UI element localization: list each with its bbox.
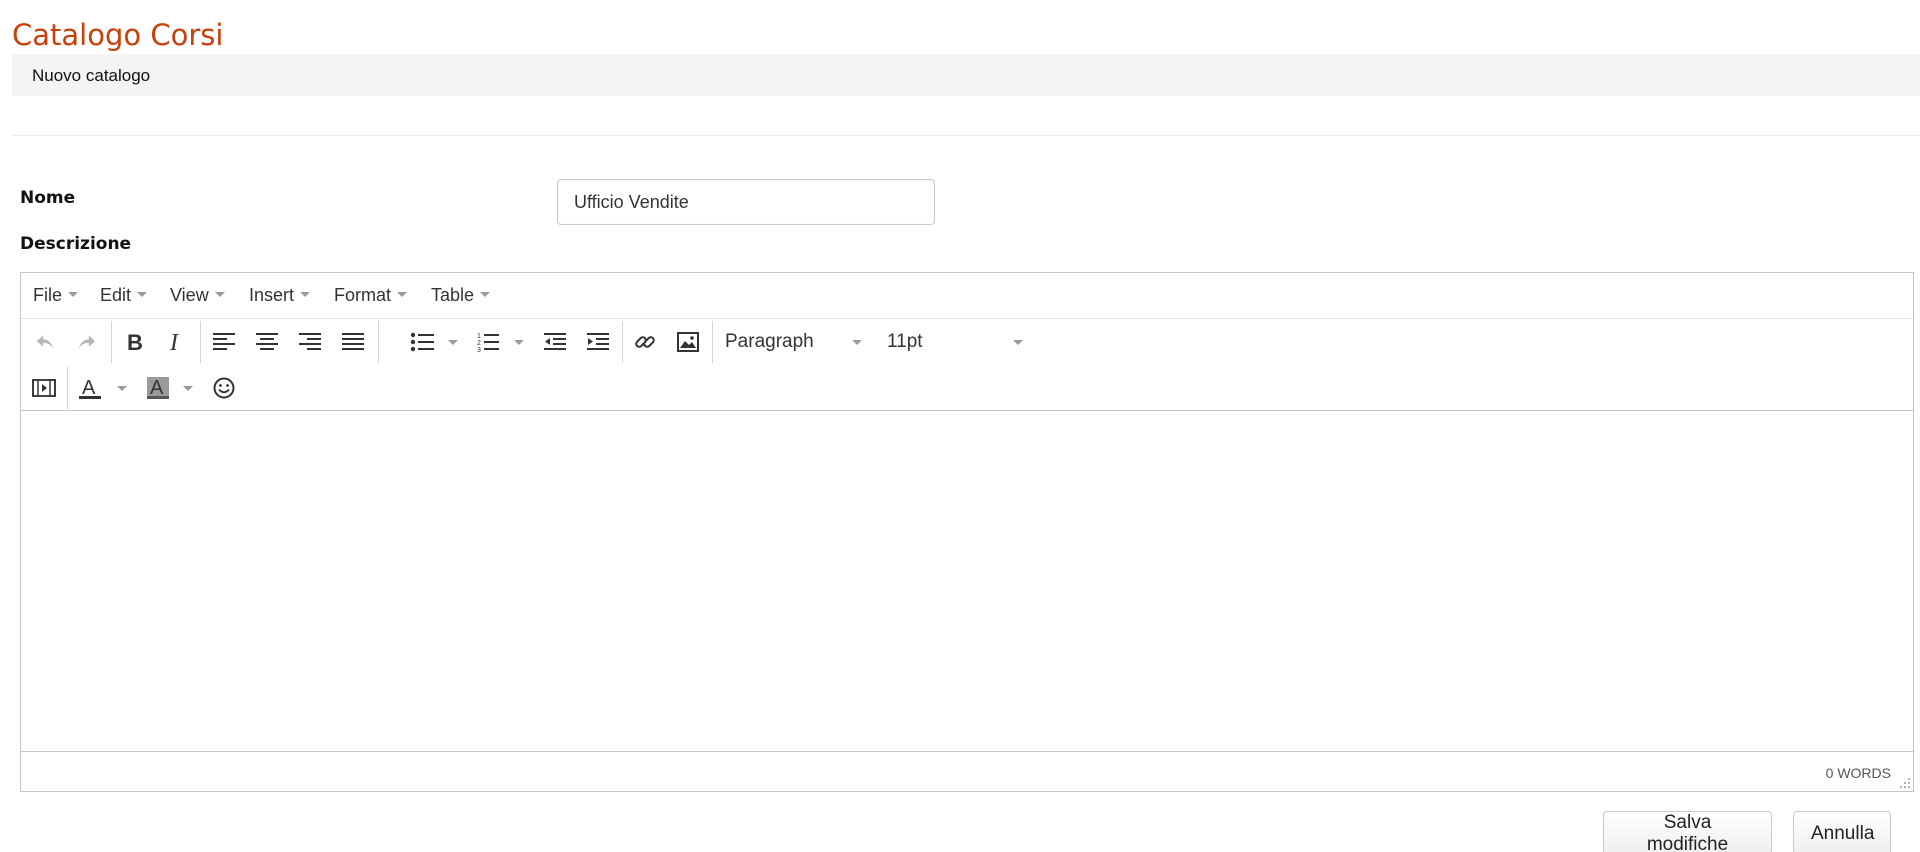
chevron-down-icon [397,291,408,297]
chevron-down-icon [300,291,311,297]
chevron-down-icon [852,340,862,345]
menu-file-label: File [33,285,63,305]
menu-view-label: View [170,285,209,305]
divider [12,135,1920,136]
cancel-button[interactable]: Annulla [1793,811,1891,852]
redo-icon [78,335,96,350]
menu-file[interactable]: File [33,285,79,306]
font-size-value: 11pt [887,331,923,352]
background-color-icon: A [147,377,169,399]
align-left-icon [212,333,235,350]
svg-text:2: 2 [477,340,481,347]
svg-text:1: 1 [477,333,481,340]
toolbar-separator [712,321,713,363]
resize-handle-icon[interactable] [1899,777,1911,789]
font-size-select[interactable]: 11pt [887,331,923,353]
numbered-list-dropdown[interactable] [514,340,524,345]
undo-icon [36,335,54,350]
menu-edit[interactable]: Edit [100,285,148,306]
text-color-icon: A [79,377,101,399]
bullet-list-dropdown[interactable] [448,340,458,345]
chevron-down-icon [68,291,79,297]
page-title: Catalogo Corsi [12,18,224,52]
name-input[interactable] [557,179,935,225]
indent-icon [586,333,609,350]
editor-statusbar: 0 WORDS [21,751,1913,791]
block-format-select[interactable]: Paragraph [725,331,814,353]
menu-insert-label: Insert [249,285,295,305]
breadcrumb: Nuovo catalogo [12,54,1920,96]
align-center-icon [255,333,278,350]
numbered-list-button[interactable]: 123 [468,319,510,365]
bold-icon: B [127,331,143,353]
numbered-list-icon: 123 [477,333,499,353]
toolbar-separator [67,367,68,409]
align-right-button[interactable] [288,319,331,365]
svg-text:A: A [150,377,164,399]
menu-insert[interactable]: Insert [249,285,311,306]
breadcrumb-label: Nuovo catalogo [32,66,151,85]
text-color-button[interactable]: A [69,365,111,411]
menu-format[interactable]: Format [334,285,408,306]
svg-text:B: B [127,331,143,353]
media-icon [32,379,56,397]
chevron-down-icon [480,291,491,297]
align-justify-icon [341,333,364,350]
align-justify-button[interactable] [331,319,374,365]
background-color-button[interactable]: A [137,365,179,411]
editor-toolbar-row-2: A A [21,365,1913,411]
description-label: Descrizione [20,234,132,254]
link-button[interactable] [624,319,666,365]
rich-text-editor: File Edit View Insert Format Table B I 1… [20,272,1914,792]
name-label: Nome [20,188,76,208]
background-color-dropdown[interactable] [183,386,193,391]
image-icon [677,332,699,352]
undo-button[interactable] [25,319,65,365]
editor-content-area[interactable] [21,413,1913,750]
indent-button[interactable] [576,319,619,365]
chevron-down-icon [137,291,148,297]
align-left-button[interactable] [202,319,245,365]
bold-button[interactable]: B [113,319,155,365]
redo-button[interactable] [67,319,107,365]
svg-text:A: A [82,377,96,399]
menu-edit-label: Edit [100,285,132,305]
link-icon [635,336,655,348]
align-center-button[interactable] [245,319,288,365]
menu-table-label: Table [431,285,475,305]
block-format-value: Paragraph [725,331,814,352]
italic-button[interactable]: I [155,319,197,365]
toolbar-separator [111,321,112,363]
toolbar-separator [200,321,201,363]
media-button[interactable] [23,365,65,411]
menu-format-label: Format [334,285,392,305]
outdent-button[interactable] [533,319,576,365]
italic-icon: I [169,331,179,353]
save-button[interactable]: Salva modifiche [1603,811,1772,852]
bullet-list-icon [410,332,434,352]
menu-table[interactable]: Table [431,285,491,306]
svg-text:I: I [169,331,179,353]
toolbar-separator [622,321,623,363]
bullet-list-button[interactable] [401,319,443,365]
menu-view[interactable]: View [170,285,225,306]
align-right-icon [298,333,321,350]
emoticons-icon [213,377,235,399]
chevron-down-icon [214,291,225,297]
outdent-icon [543,333,566,350]
emoticons-button[interactable] [203,365,245,411]
toolbar-separator [378,321,379,363]
editor-toolbar-row-1: B I 123 Paragraph 11pt [21,319,1913,365]
svg-text:3: 3 [477,347,481,353]
text-color-dropdown[interactable] [117,386,127,391]
word-count: 0 WORDS [1825,765,1891,781]
image-button[interactable] [667,319,709,365]
chevron-down-icon [1013,340,1023,345]
editor-menubar: File Edit View Insert Format Table [21,273,1913,319]
